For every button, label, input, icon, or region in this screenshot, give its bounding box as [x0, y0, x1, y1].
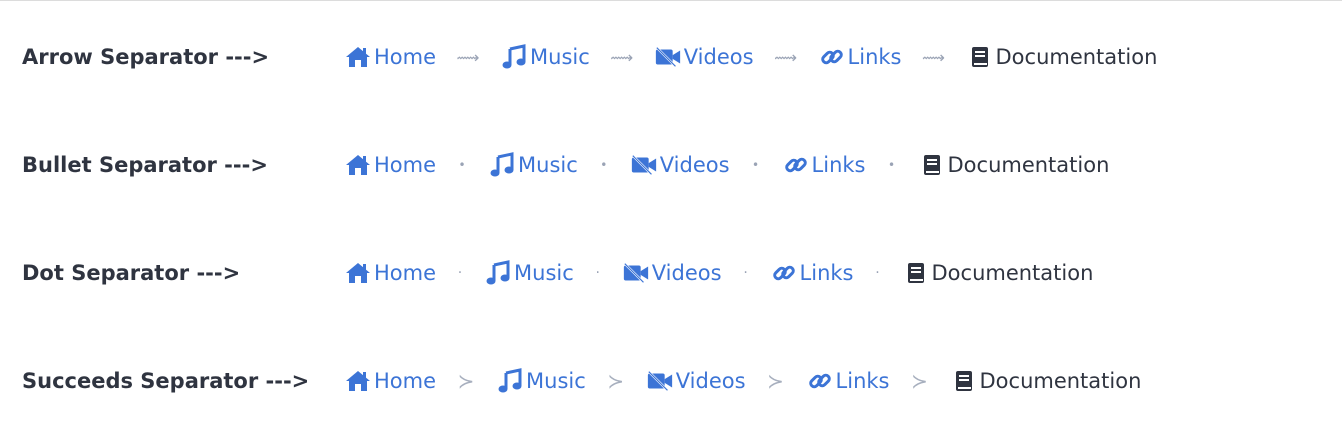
succeeds-separator: ≻: [911, 369, 928, 393]
home-icon: [344, 151, 372, 179]
breadcrumb-videos[interactable]: Videos: [630, 149, 730, 181]
breadcrumb-home[interactable]: Home: [344, 41, 436, 73]
succeeds-separator: ≻: [767, 369, 784, 393]
book-icon: [950, 367, 978, 395]
breadcrumb: Home ⟿ Music ⟿ Videos ⟿ Links ⟿ Document…: [344, 41, 1157, 73]
breadcrumb-label: Documentation: [979, 369, 1142, 393]
video-icon: [654, 43, 682, 71]
link-icon: [770, 259, 798, 287]
breadcrumb-documentation: Documentation: [966, 41, 1158, 73]
breadcrumb-links[interactable]: Links: [818, 41, 902, 73]
breadcrumb-home[interactable]: Home: [344, 365, 436, 397]
breadcrumb-row-bullet: Bullet Separator ---> Home • Music • Vid…: [0, 145, 1342, 185]
breadcrumb-label: Videos: [675, 369, 746, 393]
bullet-separator: •: [887, 158, 896, 172]
breadcrumb-label: Links: [835, 369, 890, 393]
video-icon: [622, 259, 650, 287]
breadcrumb: Home · Music · Videos · Links · Document…: [344, 257, 1093, 289]
link-icon: [782, 151, 810, 179]
breadcrumb-home[interactable]: Home: [344, 257, 436, 289]
music-icon: [496, 367, 524, 395]
breadcrumb-row-arrow: Arrow Separator ---> Home ⟿ Music ⟿ Vide…: [0, 37, 1342, 77]
dot-separator: ·: [875, 265, 880, 281]
video-icon: [630, 151, 658, 179]
row-label: Succeeds Separator --->: [22, 369, 310, 393]
music-icon: [488, 151, 516, 179]
succeeds-separator: ≻: [607, 369, 625, 393]
breadcrumb-links[interactable]: Links: [770, 257, 854, 289]
top-divider: [0, 0, 1342, 1]
breadcrumb-music[interactable]: Music: [496, 365, 586, 397]
breadcrumb-label: Home: [374, 45, 437, 69]
link-icon: [818, 43, 846, 71]
music-icon: [484, 259, 512, 287]
breadcrumb-home[interactable]: Home: [344, 149, 436, 181]
video-icon: [646, 367, 674, 395]
breadcrumb-videos[interactable]: Videos: [646, 365, 746, 397]
row-label: Bullet Separator --->: [22, 153, 268, 177]
breadcrumb-music[interactable]: Music: [500, 41, 590, 73]
breadcrumb-row-dot: Dot Separator ---> Home · Music · Videos…: [0, 253, 1342, 293]
breadcrumb-label: Documentation: [947, 153, 1110, 177]
breadcrumb-links[interactable]: Links: [806, 365, 890, 397]
breadcrumb-label: Music: [514, 261, 574, 285]
breadcrumb-label: Home: [374, 153, 437, 177]
dot-separator: ·: [595, 265, 600, 281]
breadcrumb-music[interactable]: Music: [488, 149, 578, 181]
breadcrumb-label: Music: [526, 369, 586, 393]
breadcrumb-label: Music: [518, 153, 578, 177]
succeeds-separator: ≻: [457, 369, 475, 393]
breadcrumb-documentation: Documentation: [918, 149, 1110, 181]
row-label: Dot Separator --->: [22, 261, 241, 285]
book-icon: [902, 259, 930, 287]
arrow-separator: ⟿: [610, 47, 634, 67]
arrow-separator: ⟿: [774, 47, 798, 67]
breadcrumb-label: Documentation: [995, 45, 1158, 69]
bullet-separator: •: [458, 158, 466, 172]
home-icon: [344, 43, 372, 71]
book-icon: [918, 151, 946, 179]
breadcrumb-label: Documentation: [931, 261, 1094, 285]
breadcrumb: Home ≻ Music ≻ Videos ≻ Links ≻ Document…: [344, 365, 1141, 397]
home-icon: [344, 259, 372, 287]
breadcrumb-documentation: Documentation: [950, 365, 1142, 397]
breadcrumb-label: Home: [374, 261, 437, 285]
breadcrumb-label: Home: [374, 369, 437, 393]
breadcrumb-documentation: Documentation: [902, 257, 1094, 289]
arrow-separator: ⟿: [456, 47, 480, 67]
dot-separator: ·: [457, 265, 463, 281]
breadcrumb-label: Links: [811, 153, 866, 177]
book-icon: [966, 43, 994, 71]
breadcrumb-label: Music: [530, 45, 590, 69]
link-icon: [806, 367, 834, 395]
music-icon: [500, 43, 528, 71]
dot-separator: ·: [743, 265, 748, 281]
breadcrumb: Home • Music • Videos • Links • Document…: [344, 149, 1109, 181]
breadcrumb-videos[interactable]: Videos: [622, 257, 722, 289]
row-label: Arrow Separator --->: [22, 45, 270, 69]
breadcrumb-label: Videos: [659, 153, 730, 177]
breadcrumb-music[interactable]: Music: [484, 257, 574, 289]
breadcrumb-row-succeeds: Succeeds Separator ---> Home ≻ Music ≻ V…: [0, 361, 1342, 401]
breadcrumb-label: Videos: [683, 45, 754, 69]
breadcrumb-label: Links: [847, 45, 902, 69]
breadcrumb-videos[interactable]: Videos: [654, 41, 754, 73]
breadcrumb-label: Links: [799, 261, 854, 285]
arrow-separator: ⟿: [922, 47, 945, 67]
bullet-separator: •: [600, 158, 608, 172]
home-icon: [344, 367, 372, 395]
breadcrumb-links[interactable]: Links: [782, 149, 866, 181]
bullet-separator: •: [752, 158, 760, 172]
breadcrumb-label: Videos: [651, 261, 722, 285]
